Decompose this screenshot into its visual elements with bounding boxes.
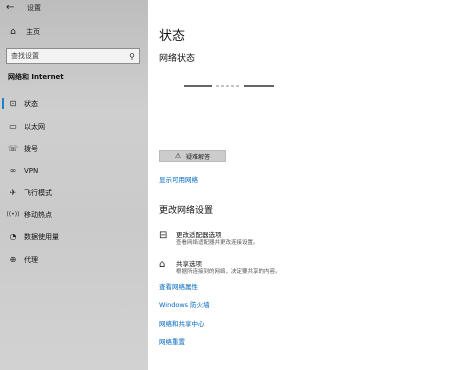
troubleshoot-button[interactable]: ⚠ 疑难解答 — [159, 150, 226, 162]
sidebar-item-mobile-hotspot[interactable]: ((•)) 移动热点 — [0, 204, 148, 225]
vpn-icon: ∞ — [9, 166, 17, 175]
dialup-icon: ☏ — [7, 144, 18, 153]
sharing-icon: ⌂ — [159, 259, 166, 270]
sidebar-item-status[interactable]: ⊡ 状态 — [0, 93, 148, 114]
sharing-options-desc: 根据所连接到的网络，决定要共享的内容。 — [176, 269, 281, 275]
main-content: 状态 网络状态 ⚠ 疑难解答 显示可用网络 更改网络设置 ⊟ 更改适配器选项 查… — [148, 0, 474, 370]
proxy-icon: ⊕ — [9, 255, 17, 264]
sidebar-item-label: 以太网 — [24, 122, 45, 131]
change-settings-heading: 更改网络设置 — [159, 206, 214, 216]
network-status-diagram — [184, 85, 274, 87]
search-icon[interactable]: ⚲ — [129, 52, 139, 61]
sidebar-item-label: 飞行模式 — [24, 188, 52, 197]
sidebar-item-proxy[interactable]: ⊕ 代理 — [0, 249, 148, 270]
troubleshoot-label: 疑难解答 — [186, 153, 211, 161]
settings-window: ⌂ 主页 查找设置 ⚲ 网络和 Internet ⊡ 状态 ▭ 以太网 ☏ 拨号… — [0, 0, 474, 370]
airplane-icon: ✈ — [9, 188, 17, 197]
sidebar: ⌂ 主页 查找设置 ⚲ 网络和 Internet ⊡ 状态 ▭ 以太网 ☏ 拨号… — [0, 0, 148, 370]
window-title: 设置 — [27, 4, 41, 12]
search-input[interactable]: 查找设置 ⚲ — [6, 48, 140, 64]
data-usage-icon: ◔ — [9, 232, 17, 241]
home-icon: ⌂ — [10, 27, 16, 37]
adapter-options-desc: 查看网络适配器并更改连接设置。 — [176, 240, 259, 246]
adapter-options-item[interactable]: ⊟ 更改适配器选项 查看网络适配器并更改连接设置。 — [159, 229, 459, 251]
sidebar-item-ethernet[interactable]: ▭ 以太网 — [0, 116, 148, 137]
adapter-icon: ⊟ — [159, 230, 168, 241]
sidebar-item-label: VPN — [24, 166, 39, 175]
sidebar-item-label: 拨号 — [24, 144, 38, 153]
sidebar-item-data-usage[interactable]: ◔ 数据使用量 — [0, 226, 148, 247]
sidebar-section-title: 网络和 Internet — [8, 73, 64, 81]
sidebar-item-vpn[interactable]: ∞ VPN — [0, 160, 148, 181]
sidebar-item-label: 数据使用量 — [24, 232, 59, 241]
sidebar-home[interactable]: ⌂ 主页 — [0, 24, 148, 40]
ethernet-icon: ▭ — [9, 122, 17, 131]
network-sharing-center-link[interactable]: 网络和共享中心 — [159, 318, 205, 328]
sidebar-item-label: 代理 — [24, 255, 38, 264]
search-placeholder: 查找设置 — [11, 52, 39, 60]
warning-icon: ⚠ — [174, 152, 182, 160]
status-icon: ⊡ — [9, 99, 17, 108]
sharing-options-item[interactable]: ⌂ 共享选项 根据所连接到的网络，决定要共享的内容。 — [159, 258, 459, 280]
network-status-heading: 网络状态 — [159, 54, 196, 64]
back-arrow-icon[interactable]: ← — [6, 2, 14, 13]
sidebar-item-label: 移动热点 — [24, 210, 52, 219]
sidebar-home-label: 主页 — [26, 28, 40, 36]
view-network-properties-link[interactable]: 查看网络属性 — [159, 281, 198, 291]
sidebar-item-label: 状态 — [24, 99, 38, 108]
sidebar-item-dialup[interactable]: ☏ 拨号 — [0, 138, 148, 159]
network-reset-link[interactable]: 网络重置 — [159, 336, 185, 346]
page-title: 状态 — [159, 29, 186, 44]
windows-firewall-link[interactable]: Windows 防火墙 — [159, 299, 210, 309]
sidebar-item-airplane-mode[interactable]: ✈ 飞行模式 — [0, 182, 148, 203]
show-networks-link[interactable]: 显示可用网络 — [159, 174, 198, 184]
hotspot-icon: ((•)) — [6, 211, 20, 218]
